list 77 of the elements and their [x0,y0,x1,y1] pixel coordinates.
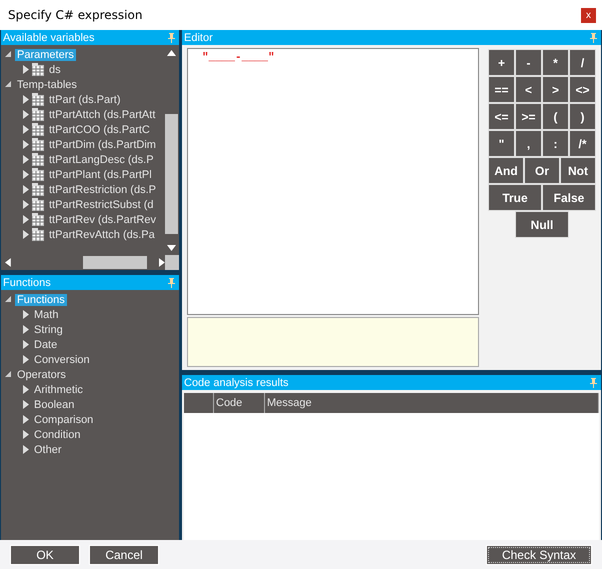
expander-icon[interactable] [5,371,12,378]
expander-icon[interactable] [5,81,12,88]
panel-title: Code analysis results [184,376,289,388]
operator-key[interactable]: ) [569,103,596,130]
table-icon [32,123,44,136]
scrollbar-corner [164,255,179,270]
scroll-left-icon[interactable] [5,258,11,267]
panel-title: Editor [184,32,213,44]
tree-item[interactable]: Conversion [32,354,92,366]
close-button[interactable]: x [581,8,596,22]
operator-key[interactable]: > [542,76,569,103]
window-title: Specify C# expression [8,8,142,22]
tree-item[interactable]: ttPart (ds.Part) [47,94,123,106]
tree-item[interactable]: Math [32,308,60,320]
tree-item[interactable]: ttPartRestrictSubst (d [47,198,156,210]
table-icon [32,228,44,241]
code-editor[interactable]: "____-____" [187,48,479,315]
check-syntax-button[interactable]: Check Syntax [486,544,592,564]
operator-key[interactable]: / [569,49,596,76]
tree-item[interactable]: ttPartPlant (ds.PartPl [47,168,154,180]
scroll-up-icon[interactable] [167,50,176,56]
tree-item[interactable]: Temp-tables [15,78,79,90]
operator-key[interactable]: True [488,184,542,211]
panel-title: Available variables [3,32,95,44]
tree-item[interactable]: ttPartCOO (ds.PartC [47,124,152,136]
expander-icon[interactable] [5,51,12,58]
tree-item[interactable]: ttPartAttch (ds.PartAtt [47,108,158,120]
operator-key[interactable]: >= [515,103,542,130]
operator-key[interactable]: <> [569,76,596,103]
table-icon [32,213,44,226]
tree-item[interactable]: Condition [32,428,82,440]
table-icon [32,63,44,76]
tree-item[interactable]: String [32,324,65,336]
table-icon [32,138,44,151]
tree-item[interactable]: ttPartRestriction (ds.P [47,184,158,196]
operator-key[interactable]: == [488,76,515,103]
dialog-button[interactable]: Cancel [89,544,159,564]
operator-key[interactable]: Null [515,211,569,238]
operator-key[interactable]: : [542,130,569,157]
table-icon [32,198,44,211]
operator-key[interactable]: Or [524,157,560,184]
table-icon [32,183,44,196]
table-icon [32,168,44,181]
operator-key[interactable]: * [542,49,569,76]
tree-item[interactable]: Other [32,444,64,456]
tree-item[interactable]: ttPartRev (ds.PartRev [47,214,158,226]
tree-item[interactable]: Arithmetic [32,384,85,396]
tree-item[interactable]: ttPartLangDesc (ds.P [47,154,156,166]
tree-item[interactable]: Boolean [32,398,76,410]
operator-key[interactable]: False [542,184,596,211]
expander-icon[interactable] [23,65,29,74]
table-icon [32,153,44,166]
operator-key[interactable]: , [515,130,542,157]
operator-key[interactable]: ( [542,103,569,130]
tree-item[interactable]: Parameters [15,48,76,60]
operator-key[interactable]: + [488,49,515,76]
table-icon [32,108,44,121]
operator-key[interactable]: Not [560,157,596,184]
tree-item[interactable]: Comparison [32,414,96,426]
operator-key[interactable]: <= [488,103,515,130]
scroll-down-icon[interactable] [167,245,176,251]
dialog-button[interactable]: OK [10,544,80,564]
expander-icon[interactable] [5,296,12,303]
table-icon [32,93,44,106]
tree-item[interactable]: ttPartDim (ds.PartDim [47,138,158,150]
operator-key[interactable]: /* [569,130,596,157]
code-text: "____-____" [202,52,275,64]
operator-key[interactable]: " [488,130,515,157]
tree-item[interactable]: Functions [15,294,67,306]
operator-key[interactable]: < [515,76,542,103]
operator-key[interactable]: - [515,49,542,76]
tree-item[interactable]: ttPartRevAttch (ds.Pa [47,228,157,240]
panel-title: Functions [3,276,51,288]
tree-item[interactable]: ds [47,64,63,76]
operator-key[interactable]: And [488,157,524,184]
tree-item[interactable]: Operators [15,368,68,380]
tree-item[interactable]: Date [32,338,60,350]
